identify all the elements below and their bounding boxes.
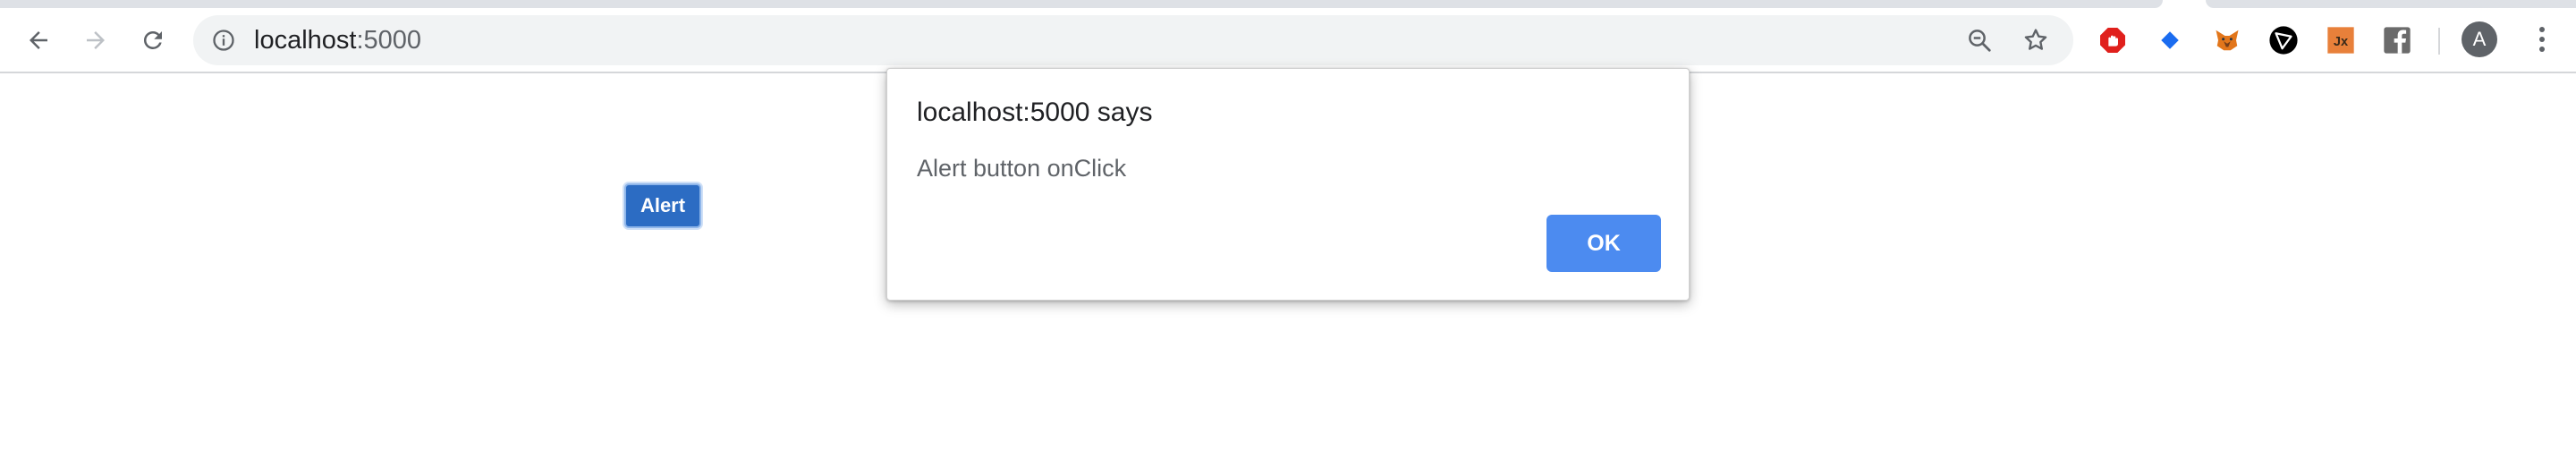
extension-jx[interactable]: Jx [2325, 24, 2357, 56]
bookmark-star-icon[interactable] [2021, 26, 2050, 55]
info-icon[interactable] [211, 28, 236, 53]
toolbar-separator [2438, 28, 2440, 55]
menu-dot [2539, 47, 2545, 52]
extension-tron[interactable] [2267, 24, 2300, 56]
chrome-menu-icon[interactable] [2524, 21, 2560, 57]
back-button[interactable] [16, 18, 61, 63]
forward-arrow-icon [87, 31, 105, 49]
browser-toolbar: localhost:5000 Jx A [0, 8, 2576, 73]
alert-dialog: localhost:5000 says Alert button onClick… [886, 68, 1690, 301]
metamask-fox-icon [2216, 30, 2239, 51]
tab-strip-right [2206, 0, 2576, 8]
tab-strip-left [0, 0, 2163, 8]
extension-metamask[interactable] [2211, 24, 2243, 56]
dialog-title: localhost:5000 says [917, 98, 1153, 127]
reload-icon [143, 30, 162, 49]
url-text[interactable]: localhost:5000 [254, 15, 421, 65]
jx-label: Jx [2334, 35, 2349, 49]
menu-dot [2539, 37, 2545, 42]
ok-button[interactable]: OK [1546, 215, 1661, 272]
address-bar[interactable]: localhost:5000 [193, 15, 2073, 65]
jx-icon: Jx [2327, 27, 2354, 54]
adblock-icon [2100, 28, 2125, 53]
diamond-icon [2161, 31, 2179, 49]
zoom-out-icon[interactable] [1966, 27, 1993, 54]
facebook-icon [2384, 27, 2411, 54]
extension-adblock[interactable] [2097, 24, 2129, 56]
tron-icon [2269, 26, 2298, 55]
alert-button[interactable]: Alert [624, 183, 701, 228]
extension-diamond[interactable] [2154, 24, 2186, 56]
url-port: :5000 [356, 26, 422, 55]
menu-dot [2539, 27, 2545, 32]
tab-strip [0, 0, 2576, 8]
back-arrow-icon [30, 31, 47, 49]
url-host: localhost [254, 26, 357, 55]
profile-avatar[interactable]: A [2462, 21, 2497, 57]
forward-button[interactable] [73, 18, 118, 63]
reload-button[interactable] [131, 18, 175, 63]
dialog-message: Alert button onClick [917, 155, 1127, 182]
extension-facebook[interactable] [2381, 24, 2413, 56]
